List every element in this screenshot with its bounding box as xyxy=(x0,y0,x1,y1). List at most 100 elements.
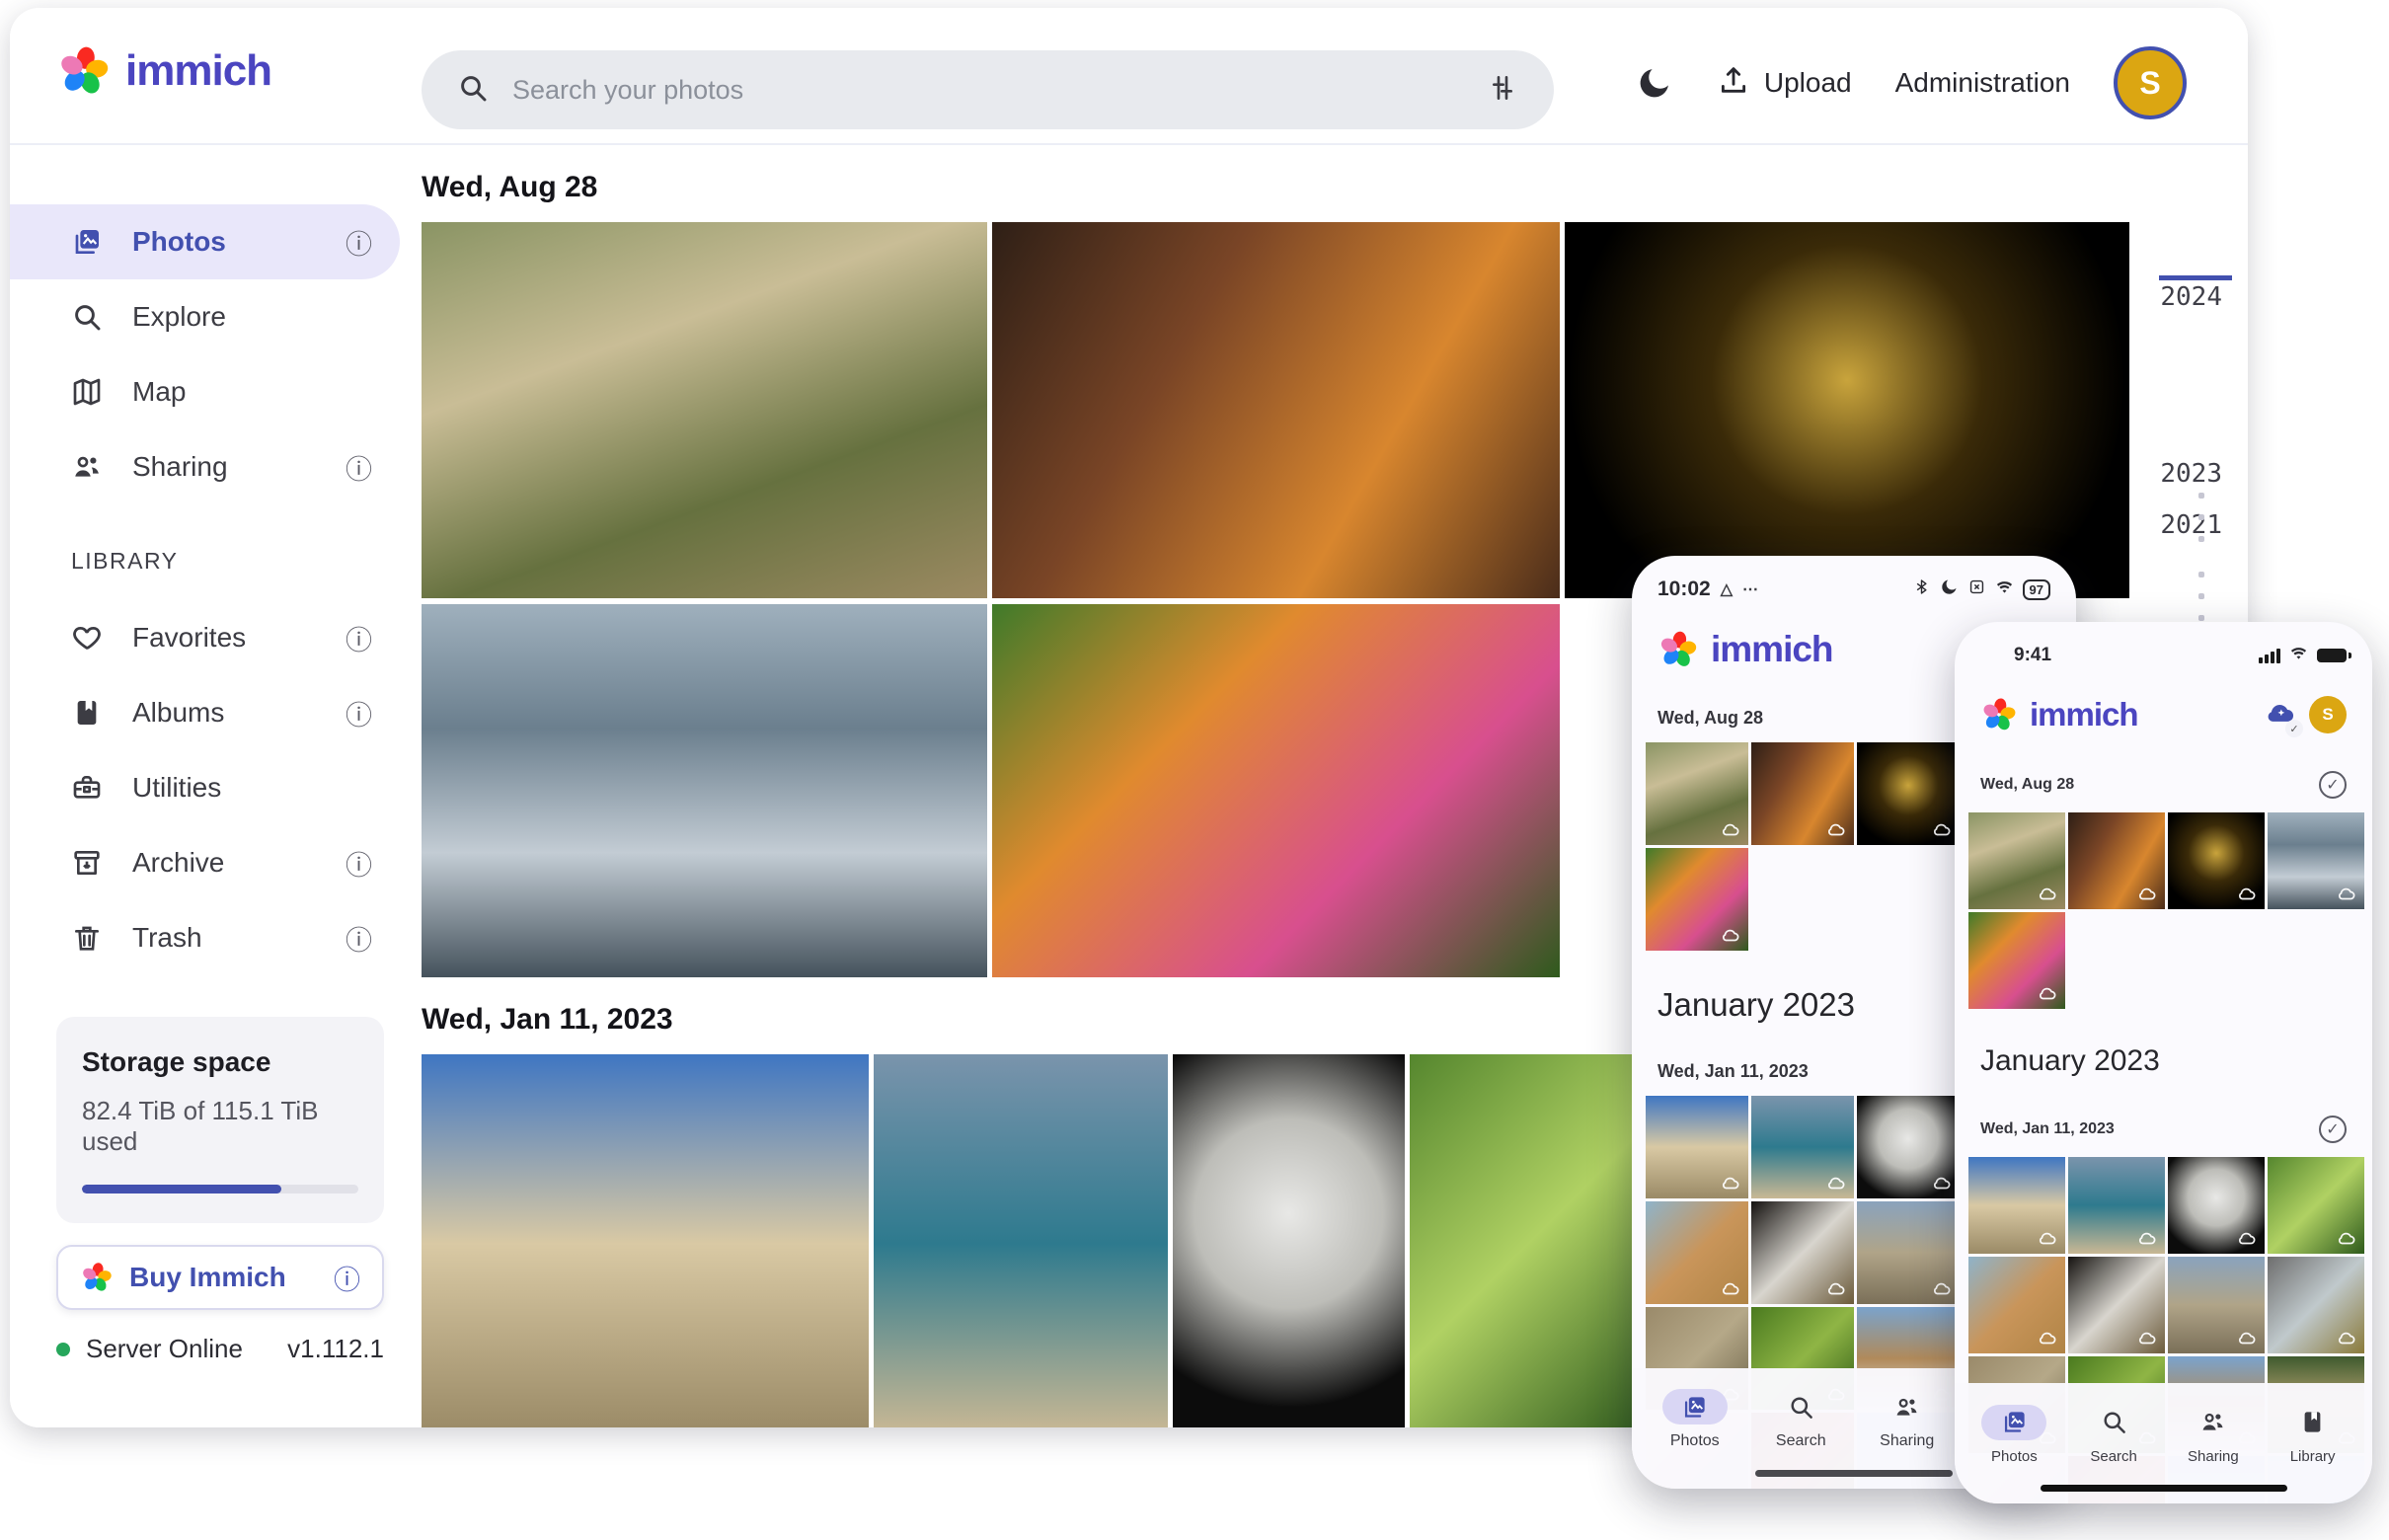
phone-mockup-iphone: 9:41 immich ✓ S Wed, Aug 28 ✓ January 20… xyxy=(1955,622,2372,1503)
photo-monkeys[interactable] xyxy=(422,222,987,598)
photo-fireworks[interactable] xyxy=(1565,222,2129,598)
buy-immich-button[interactable]: Buy Immich ⓘ xyxy=(56,1245,384,1310)
filter-icon[interactable] xyxy=(1487,72,1518,109)
sidebar-item-explore[interactable]: Explore xyxy=(10,279,400,354)
photos-icon xyxy=(71,226,103,258)
photo-ruinwall[interactable] xyxy=(1857,1201,1960,1304)
timeline-year-2021[interactable]: 2021 xyxy=(2160,510,2222,540)
photo-autumn[interactable] xyxy=(1646,848,1748,951)
dark-mode-toggle-icon[interactable] xyxy=(1636,64,1673,102)
photo-rocksculpt[interactable] xyxy=(1751,1201,1854,1304)
sidebar-item-albums[interactable]: Albumsⓘ xyxy=(10,675,400,750)
photo-monkeys[interactable] xyxy=(1646,742,1748,845)
phone-status-bar: 10:02 △ ⋯ 97 xyxy=(1632,556,2076,601)
photo-bust[interactable] xyxy=(1857,1096,1960,1198)
administration-link[interactable]: Administration xyxy=(1895,67,2070,99)
photo-ornament[interactable] xyxy=(2268,1257,2364,1353)
info-icon[interactable]: ⓘ xyxy=(346,694,372,732)
phone-nav-label: Sharing xyxy=(1880,1432,1934,1450)
upload-button[interactable]: Upload xyxy=(1717,63,1852,104)
cloud-backup-icon xyxy=(1720,1172,1741,1194)
photo-rocksculpt[interactable] xyxy=(2068,1257,2165,1353)
cloud-backup-icon xyxy=(1720,924,1741,946)
user-avatar[interactable]: S xyxy=(2309,696,2347,733)
photo-bust[interactable] xyxy=(2168,1157,2265,1254)
photo-dinner[interactable] xyxy=(992,222,1560,598)
photo-ruinwall[interactable] xyxy=(2168,1257,2265,1353)
info-icon[interactable]: ⓘ xyxy=(346,448,372,487)
info-icon[interactable]: ⓘ xyxy=(334,1259,360,1297)
home-indicator xyxy=(2041,1485,2287,1492)
date-group-header: Wed, Jan 11, 2023 ✓ xyxy=(1955,1078,2372,1143)
phone-nav-search[interactable]: Search xyxy=(2064,1405,2164,1465)
timeline-year-2024[interactable]: 2024 xyxy=(2160,282,2222,312)
photo-grid xyxy=(1955,799,2372,1009)
search-bar[interactable]: Search your photos xyxy=(422,50,1554,129)
phone-nav-library[interactable]: Library xyxy=(2263,1405,2362,1465)
info-icon[interactable]: ⓘ xyxy=(346,619,372,657)
header-actions: Upload Administration S xyxy=(1636,43,2187,122)
photo-coast[interactable] xyxy=(874,1054,1168,1427)
select-day-check-icon[interactable]: ✓ xyxy=(2319,1116,2347,1143)
photo-seagrapes[interactable] xyxy=(2268,1157,2364,1254)
photo-coast[interactable] xyxy=(1751,1096,1854,1198)
sidebar-item-label: Map xyxy=(132,376,372,408)
phone-nav-sharing[interactable]: Sharing xyxy=(1854,1389,1961,1450)
bluetooth-icon xyxy=(1912,578,1931,601)
phone-nav-photos[interactable]: Photos xyxy=(1965,1405,2064,1465)
home-indicator xyxy=(1755,1470,1953,1477)
photo-beachcliff[interactable] xyxy=(1968,1257,2065,1353)
phone-nav-label: Library xyxy=(2290,1448,2336,1465)
info-icon[interactable]: ⓘ xyxy=(346,919,372,958)
sidebar-item-archive[interactable]: Archiveⓘ xyxy=(10,825,400,900)
library-section-label: LIBRARY xyxy=(10,504,400,600)
photo-fireworks[interactable] xyxy=(2168,812,2265,909)
photo-hands[interactable] xyxy=(422,604,987,977)
photo-monkeys[interactable] xyxy=(1968,812,2065,909)
sidebar-item-trash[interactable]: Trashⓘ xyxy=(10,900,400,975)
date-label: Wed, Jan 11, 2023 xyxy=(1980,1120,2319,1138)
date-group-header: Wed, Aug 28 xyxy=(422,171,2139,204)
cloud-backup-icon xyxy=(2037,883,2058,904)
photo-autumn[interactable] xyxy=(992,604,1560,977)
sidebar-item-sharing[interactable]: Sharingⓘ xyxy=(10,429,400,504)
sidebar-item-photos[interactable]: Photosⓘ xyxy=(10,204,400,279)
photo-coast[interactable] xyxy=(2068,1157,2165,1254)
phone-nav-photos[interactable]: Photos xyxy=(1642,1389,1748,1450)
timeline-year-2023[interactable]: 2023 xyxy=(2160,459,2222,489)
photo-autumn[interactable] xyxy=(1968,912,2065,1009)
photo-beachcliff[interactable] xyxy=(1646,1201,1748,1304)
backup-cloud-icon[interactable]: ✓ xyxy=(2264,695,2297,733)
sidebar-item-favorites[interactable]: Favoritesⓘ xyxy=(10,600,400,675)
photo-fortress[interactable] xyxy=(1646,1096,1748,1198)
info-icon[interactable]: ⓘ xyxy=(346,844,372,883)
photo-seagrapes[interactable] xyxy=(1410,1054,1647,1427)
phone-nav-sharing[interactable]: Sharing xyxy=(2164,1405,2264,1465)
sidebar-item-map[interactable]: Map xyxy=(10,354,400,429)
album-icon xyxy=(2280,1405,2346,1440)
app-header: immich Search your photos Upload Adminis… xyxy=(10,8,2248,145)
photo-dinner[interactable] xyxy=(1751,742,1854,845)
cloud-backup-icon xyxy=(1931,1277,1953,1299)
phone-nav-search[interactable]: Search xyxy=(1748,1389,1855,1450)
map-icon xyxy=(71,376,103,408)
cloud-backup-icon xyxy=(2136,883,2158,904)
immich-flower-icon xyxy=(1657,629,1699,670)
user-avatar[interactable]: S xyxy=(2114,46,2187,119)
select-day-check-icon[interactable]: ✓ xyxy=(2319,771,2347,799)
timeline-position-indicator xyxy=(2159,275,2232,280)
photo-dinner[interactable] xyxy=(2068,812,2165,909)
storage-progress-fill xyxy=(82,1185,281,1194)
photo-fortress[interactable] xyxy=(1968,1157,2065,1254)
phone-clock: 10:02 △ ⋯ xyxy=(1657,578,1758,601)
toolbox-icon xyxy=(71,772,103,804)
immich-wordmark: immich xyxy=(2030,696,2252,733)
phone-nav-label: Search xyxy=(1776,1432,1826,1450)
info-icon[interactable]: ⓘ xyxy=(346,223,372,262)
photo-fortress[interactable] xyxy=(422,1054,869,1427)
photo-fireworks[interactable] xyxy=(1857,742,1960,845)
photo-hands[interactable] xyxy=(2268,812,2364,909)
people-icon xyxy=(71,451,103,483)
sidebar-item-utilities[interactable]: Utilities xyxy=(10,750,400,825)
photo-bust[interactable] xyxy=(1173,1054,1405,1427)
